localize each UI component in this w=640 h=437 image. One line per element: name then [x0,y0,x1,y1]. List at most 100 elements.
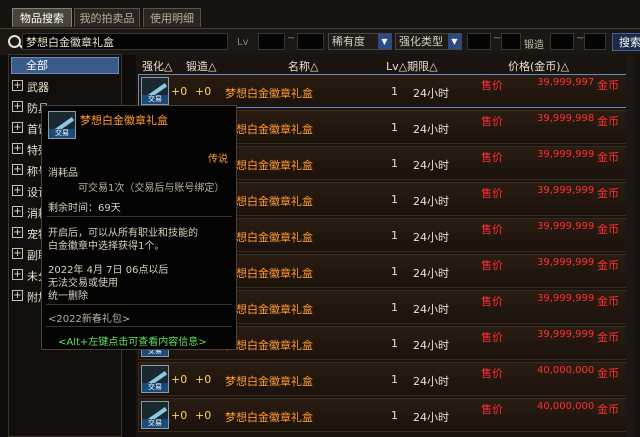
enhance-type-select-label: 强化类型 [399,35,443,48]
item-level: 1 [391,157,398,170]
enhance-type-select[interactable]: 强化类型 ▼ [395,33,462,50]
trade-tag: 交易 [142,419,168,428]
tooltip-desc-2: 白金徽章中选择获得1个。 [48,241,165,252]
expand-icon: + [12,206,23,217]
forge-min-input[interactable] [550,33,574,50]
item-level: 1 [391,265,398,278]
price-value: 39,999,999 [537,149,595,160]
chevron-down-icon: ▼ [378,34,391,49]
chevron-down-icon: ▼ [448,34,461,49]
expand-icon: + [12,143,23,154]
header-enhance[interactable]: 强化△ [142,58,172,74]
tooltip-expire-3: 统一删除 [48,291,88,302]
forge-value: +0 [195,85,212,98]
item-level: 1 [391,193,398,206]
rarity-select[interactable]: 稀有度 ▼ [328,33,392,50]
expand-icon: + [12,227,23,238]
gold-unit: 金币 [597,403,619,416]
item-name: 梦想白金徽章礼盒 [225,375,313,388]
gift-box-icon: 交易 [141,77,169,105]
gift-box-icon: 交易 [141,401,169,429]
forge-max-input[interactable] [584,33,606,50]
expand-icon: + [12,269,23,280]
expand-icon: + [12,164,23,175]
tooltip-pack: <2022新春礼包> [48,314,131,325]
enhance-min-input[interactable] [467,33,491,50]
gold-unit: 金币 [597,259,619,272]
item-level: 1 [391,121,398,134]
price-value: 39,999,999 [537,329,595,340]
category-label: 武器 [27,81,49,94]
tab-item-search[interactable]: 物品搜索 [12,8,72,27]
lv-min-input[interactable] [258,33,285,50]
search-bar: 梦想白金徽章礼盒 Lv ~ 稀有度 ▼ 强化类型 ▼ ~ 锻造 ~ 搜索 [0,28,640,55]
sell-label: 售价 [481,403,503,416]
search-input[interactable]: 梦想白金徽章礼盒 [22,33,228,50]
item-period: 24小时 [413,375,449,388]
tab-usage-details[interactable]: 使用明细 [143,8,201,27]
search-button[interactable]: 搜索 [612,33,640,51]
price-value: 39,999,999 [537,293,595,304]
tooltip-title: 梦想白金徽章礼盒 [80,114,168,127]
price-value: 39,999,999 [537,221,595,232]
tooltip-remaining: 剩余时间：69天 [48,203,121,214]
item-name: 梦想白金徽章礼盒 [225,411,313,424]
sell-label: 售价 [481,151,503,164]
expand-icon: + [12,122,23,133]
category-all[interactable]: 全部 [11,57,119,74]
lv-max-input[interactable] [297,33,324,50]
item-period: 24小时 [413,267,449,280]
header-forge[interactable]: 锻造△ [186,58,216,74]
item-name: 梦想白金徽章礼盒 [225,267,313,280]
price-value: 40,000,000 [537,365,595,376]
enhance-max-input[interactable] [501,33,521,50]
lv-tilde: ~ [287,33,296,44]
item-tooltip: 交易 梦想白金徽章礼盒 传说 消耗品 可交易1次（交易后与账号绑定） 剩余时间：… [41,105,237,350]
sell-label: 售价 [481,187,503,200]
item-name: 梦想白金徽章礼盒 [225,195,313,208]
item-level: 1 [391,85,398,98]
category-weapon[interactable]: + 武器 [11,77,119,96]
item-level: 1 [391,409,398,422]
lv-label: Lv [237,37,249,48]
item-period: 24小时 [413,231,449,244]
item-period: 24小时 [413,411,449,424]
table-row[interactable]: 交易 +0 +0 梦想白金徽章礼盒 1 24小时 售价 40,000,000 金币 [138,398,632,432]
scrollbar[interactable] [626,54,634,437]
tooltip-divider [46,216,232,217]
sell-label: 售价 [481,79,503,92]
gold-unit: 金币 [597,187,619,200]
header-name[interactable]: 名称△ [288,58,318,74]
tab-my-auctions[interactable]: 我的拍卖品 [74,8,140,27]
header-lv-period[interactable]: Lv△期限△ [386,58,438,74]
tab-bar: 物品搜索 我的拍卖品 使用明细 [0,0,640,28]
table-row[interactable]: 交易 +0 +0 梦想白金徽章礼盒 1 24小时 售价 39,999,997 金币 [138,74,632,108]
gold-unit: 金币 [597,295,619,308]
enhance-value: +0 [171,85,188,98]
expand-icon: + [12,80,23,91]
item-level: 1 [391,229,398,242]
gold-unit: 金币 [597,115,619,128]
gift-box-icon: 交易 [48,111,76,139]
item-name: 梦想白金徽章礼盒 [225,123,313,136]
sell-label: 售价 [481,331,503,344]
header-price[interactable]: 价格(金币)△ [508,58,569,74]
forge-value: +0 [195,409,212,422]
table-row[interactable]: 交易 +0 +0 梦想白金徽章礼盒 1 24小时 售价 40,000,000 金币 [138,362,632,396]
tooltip-hint: <Alt+左键点击可查看内容信息> [58,337,207,348]
price-value: 40,000,000 [537,401,595,412]
item-name: 梦想白金徽章礼盒 [225,159,313,172]
sell-label: 售价 [481,223,503,236]
item-name: 梦想白金徽章礼盒 [225,303,313,316]
gold-unit: 金币 [597,331,619,344]
enhance-value: +0 [171,373,188,386]
item-period: 24小时 [413,123,449,136]
tooltip-trade-note: 可交易1次（交易后与账号绑定） [78,183,225,194]
enhance-value: +0 [171,409,188,422]
item-name: 梦想白金徽章礼盒 [225,339,313,352]
forge-label: 锻造 [524,40,544,51]
trade-tag: 交易 [142,383,168,392]
tooltip-divider [46,304,232,305]
sell-label: 售价 [481,259,503,272]
expand-icon: + [12,290,23,301]
